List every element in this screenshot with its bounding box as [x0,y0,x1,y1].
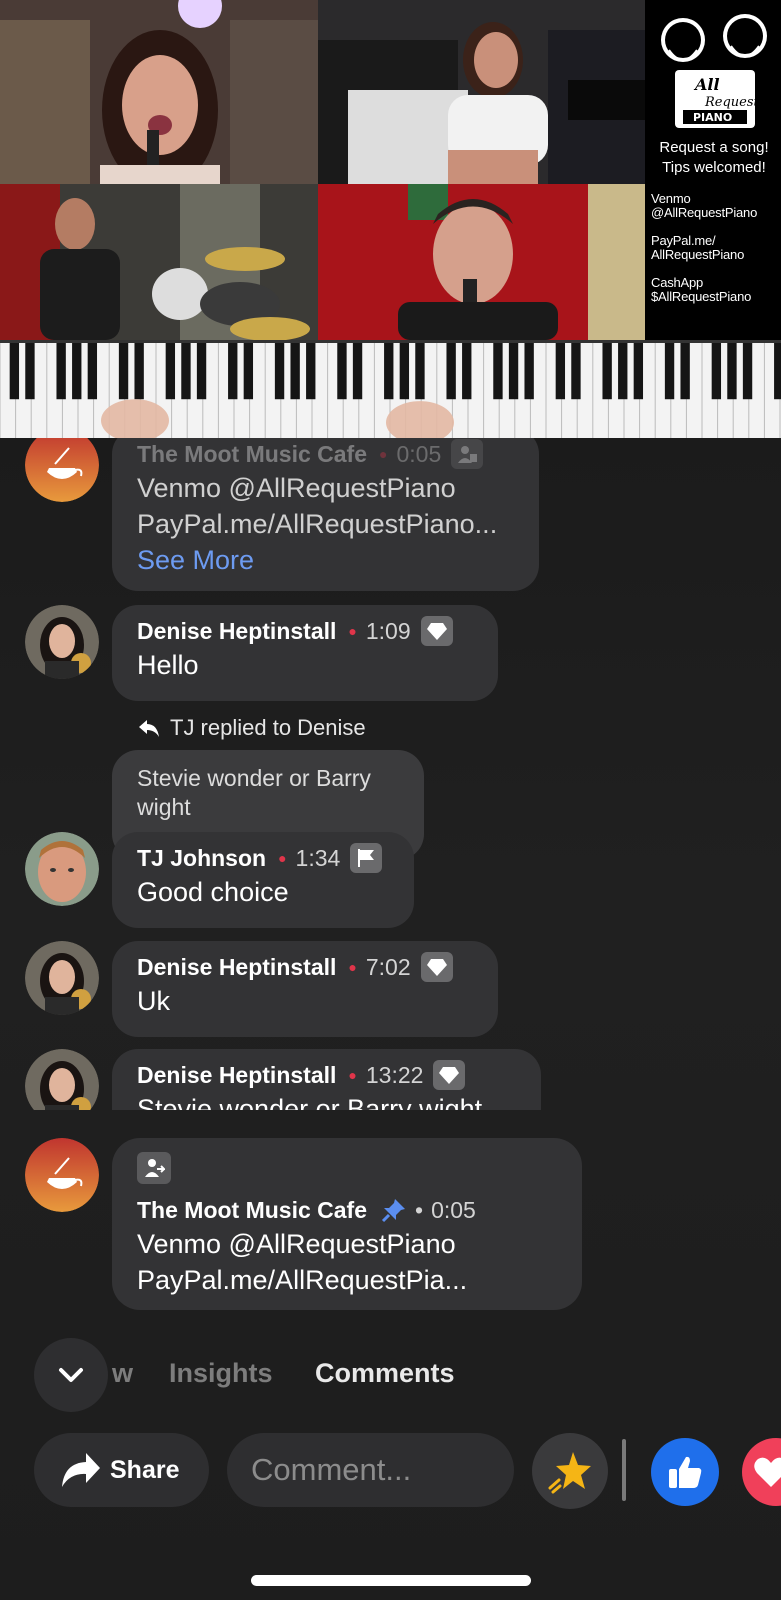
share-label: Share [110,1455,180,1484]
share-arrow-icon [62,1453,100,1487]
all-request-piano-logo: All Request PIANO [661,14,767,128]
comment-bubble-3[interactable]: TJ Johnson ● 1:34 Good choice [112,832,414,928]
comments-panel[interactable]: The Moot Music Cafe ● 0:05 Venmo @AllReq… [0,438,781,1600]
see-more-link[interactable]: See More [137,542,514,578]
avatar-moot-music-cafe[interactable] [25,1138,99,1212]
comment-author[interactable]: The Moot Music Cafe [137,441,367,468]
comment-text: Stevie wonder or Barry wight [137,1094,483,1110]
comment-bubble-5[interactable]: Denise Heptinstall ● 13:22 Stevie wonder… [112,1049,541,1110]
tab-overview-partial[interactable]: w [112,1358,133,1389]
video-tile-host [318,184,645,340]
piano-keyboard-view [0,340,781,438]
love-reaction-button[interactable] [742,1438,781,1506]
pinned-comment[interactable]: The Moot Music Cafe • 0:05 Venmo @AllReq… [112,1138,582,1310]
avatar-tj-johnson[interactable] [25,832,99,906]
separator-dot: ● [379,446,388,462]
avatar-denise-heptinstall[interactable] [25,605,99,679]
comment-input[interactable] [227,1433,514,1507]
comment-text-line-2: PayPal.me/AllRequestPiano... [137,509,498,539]
video-tile-singer [0,0,318,184]
avatar-denise-heptinstall[interactable] [25,941,99,1015]
pin-icon [381,1197,407,1223]
separator-dot: ● [348,959,357,975]
comment-bubble-1[interactable]: Denise Heptinstall ● 1:09 Hello [112,605,498,701]
separator-dot: ● [348,623,357,639]
star-icon [548,1452,591,1494]
pinned-text-line-1: Venmo @AllRequestPiano [137,1229,456,1259]
share-button[interactable]: Share [34,1433,209,1507]
comment-author[interactable]: TJ Johnson [137,845,266,872]
comment-text: Good choice [137,877,289,907]
clipped-comment-row: Denise Heptinstall ● 13:22 Stevie wonder… [0,1048,781,1110]
comment-time: 1:09 [365,617,411,644]
comment-author[interactable]: Denise Heptinstall [137,618,336,645]
live-video[interactable]: All Request PIANO Request a song! Tips w… [0,0,781,438]
quoted-text-line-1: Stevie wonder or Barry [137,765,371,791]
comment-author[interactable]: Denise Heptinstall [137,954,336,981]
separator-dot: • [415,1196,424,1223]
diamond-icon [433,1060,466,1090]
avatar-denise-heptinstall[interactable] [25,1049,99,1110]
comment-text: Hello [137,650,199,680]
quoted-text-line-2: wight [137,794,191,820]
diamond-icon [420,952,453,982]
flag-icon [350,843,383,873]
reply-indicator[interactable]: TJ replied to Denise [138,715,366,741]
tab-insights[interactable]: Insights [169,1358,273,1389]
pinned-time: 0:05 [431,1196,476,1223]
home-indicator[interactable] [251,1575,531,1586]
reply-arrow-icon [139,720,159,737]
pinned-text-line-2: PayPal.me/AllRequestPia... [137,1265,468,1295]
comment-author[interactable]: Denise Heptinstall [137,1062,336,1089]
reply-label-text: TJ replied to Denise [170,715,366,740]
svg-text:All: All [693,75,720,94]
comment-time: 13:22 [365,1061,424,1088]
comment-text: Uk [137,986,170,1016]
payment-info-venmo: Venmo @AllRequestPiano [651,191,758,220]
moderator-icon [137,1152,171,1184]
reaction-divider [622,1439,626,1501]
svg-text:PIANO: PIANO [693,111,732,124]
pinned-author[interactable]: The Moot Music Cafe [137,1197,367,1224]
request-info-panel: All Request PIANO Request a song! Tips w… [645,0,781,340]
stars-button[interactable] [532,1433,608,1509]
request-a-song-text: Request a song! [659,139,769,156]
tips-welcomed-text: Tips welcomed! [662,159,766,176]
moderator-icon [451,439,484,469]
diamond-icon [420,616,453,646]
video-tile-drummer [0,184,318,340]
tab-bar: w Insights Comments [0,1338,781,1412]
payment-info-cashapp: CashApp $AllRequestPiano [651,275,752,304]
like-reaction-button[interactable] [651,1438,719,1506]
comment-time: 0:05 [396,440,442,467]
thumbs-up-icon [669,1456,702,1488]
svg-text:Request: Request [704,95,760,110]
comment-text-line-1: Venmo @AllRequestPiano [137,473,456,503]
comment-bubble-4[interactable]: Denise Heptinstall ● 7:02 Uk [112,941,498,1037]
heart-icon [754,1457,781,1487]
comment-bubble-0[interactable]: The Moot Music Cafe ● 0:05 Venmo @AllReq… [112,438,539,591]
comment-time: 7:02 [365,953,411,980]
chevron-down-icon [59,1368,83,1382]
collapse-button[interactable] [34,1338,108,1412]
separator-dot: ● [348,1067,357,1083]
tab-comments[interactable]: Comments [315,1358,455,1389]
video-tile-pianist [318,0,645,184]
avatar-moot-music-cafe[interactable] [25,438,99,502]
comment-time: 1:34 [295,844,341,871]
separator-dot: ● [278,850,287,866]
payment-info-paypal: PayPal.me/ AllRequestPiano [651,233,745,262]
